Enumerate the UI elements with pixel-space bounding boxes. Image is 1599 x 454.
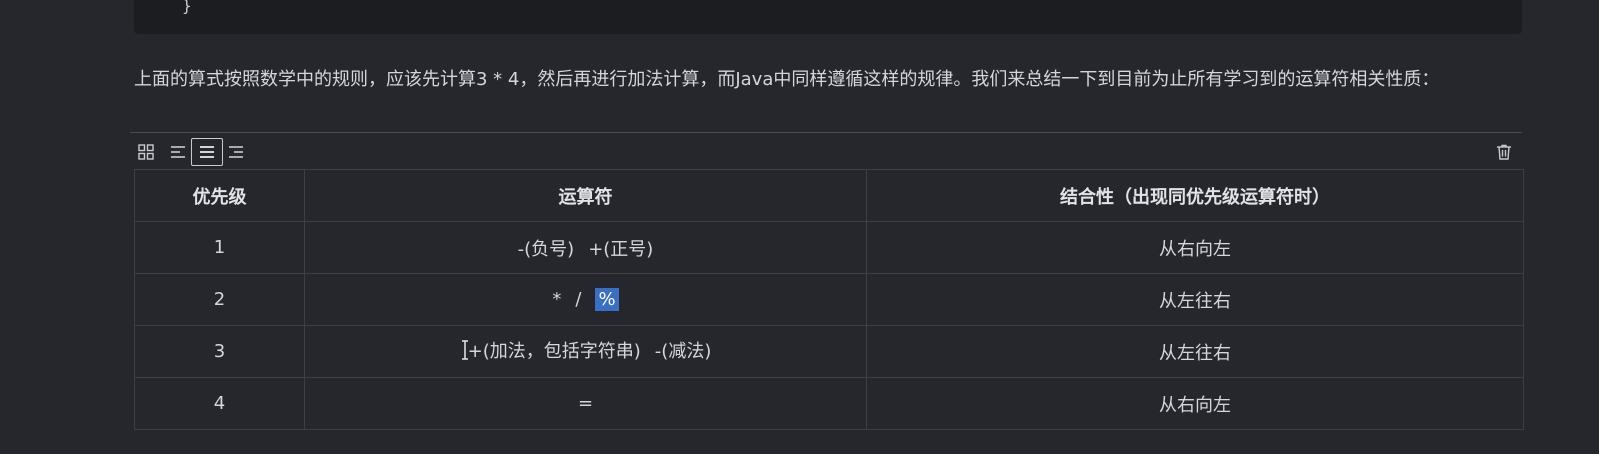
operator-cell[interactable]: * /% (304, 273, 867, 326)
header-operator[interactable]: 运算符 (304, 169, 867, 222)
operator-cell[interactable]: -(负号) +(正号) (304, 221, 867, 274)
header-priority[interactable]: 优先级 (134, 169, 305, 222)
associativity-cell[interactable]: 从左往右 (866, 325, 1524, 378)
operator-text: * (552, 289, 562, 310)
associativity-cell[interactable]: 从右向左 (866, 377, 1524, 430)
priority-cell[interactable]: 1 (134, 221, 305, 274)
operator-text: +(正号) (588, 238, 654, 260)
header-associativity[interactable]: 结合性（出现同优先级运算符时） (866, 169, 1524, 222)
associativity-cell[interactable]: 从右向左 (866, 221, 1524, 274)
operator-text: = (577, 393, 594, 414)
grid-icon[interactable] (134, 140, 158, 164)
operator-text: -(负号) (517, 238, 575, 260)
operator-text: / (575, 289, 582, 310)
priority-cell[interactable]: 4 (134, 377, 305, 430)
trash-icon[interactable] (1492, 140, 1516, 164)
table-row: 4 = 从右向左 (134, 377, 1524, 430)
table-row: 3 +(加法，包括字符串) -(减法) 从左往右 (134, 325, 1524, 378)
divider (130, 132, 1522, 133)
table-header-row: 优先级 运算符 结合性（出现同优先级运算符时） (134, 169, 1524, 222)
operator-text: -(减法) (654, 341, 712, 363)
operator-cell[interactable]: +(加法，包括字符串) -(减法) (304, 325, 867, 378)
operator-text: +(加法，包括字符串) (467, 341, 641, 363)
code-block[interactable]: } (134, 0, 1522, 34)
associativity-cell[interactable]: 从左往右 (866, 273, 1524, 326)
table-row: 1 -(负号) +(正号) 从右向左 (134, 221, 1524, 274)
align-right-icon[interactable] (224, 140, 248, 164)
paragraph-text[interactable]: 上面的算式按照数学中的规则，应该先计算3 * 4，然后再进行加法计算，而Java… (134, 64, 1524, 95)
table-toolbar (134, 138, 1522, 166)
priority-cell[interactable]: 3 (134, 325, 305, 378)
table-row: 2 * /% 从左往右 (134, 273, 1524, 326)
operator-cell[interactable]: = (304, 377, 867, 430)
operator-table[interactable]: 优先级 运算符 结合性（出现同优先级运算符时） 1 -(负号) +(正号) 从右向… (134, 169, 1524, 430)
code-line: } (182, 0, 192, 15)
align-center-icon[interactable] (191, 138, 223, 166)
editor-page: } 上面的算式按照数学中的规则，应该先计算3 * 4，然后再进行加法计算，而Ja… (0, 0, 1599, 454)
priority-cell[interactable]: 2 (134, 273, 305, 326)
align-left-icon[interactable] (166, 140, 190, 164)
selected-operator-text[interactable]: % (595, 288, 619, 311)
